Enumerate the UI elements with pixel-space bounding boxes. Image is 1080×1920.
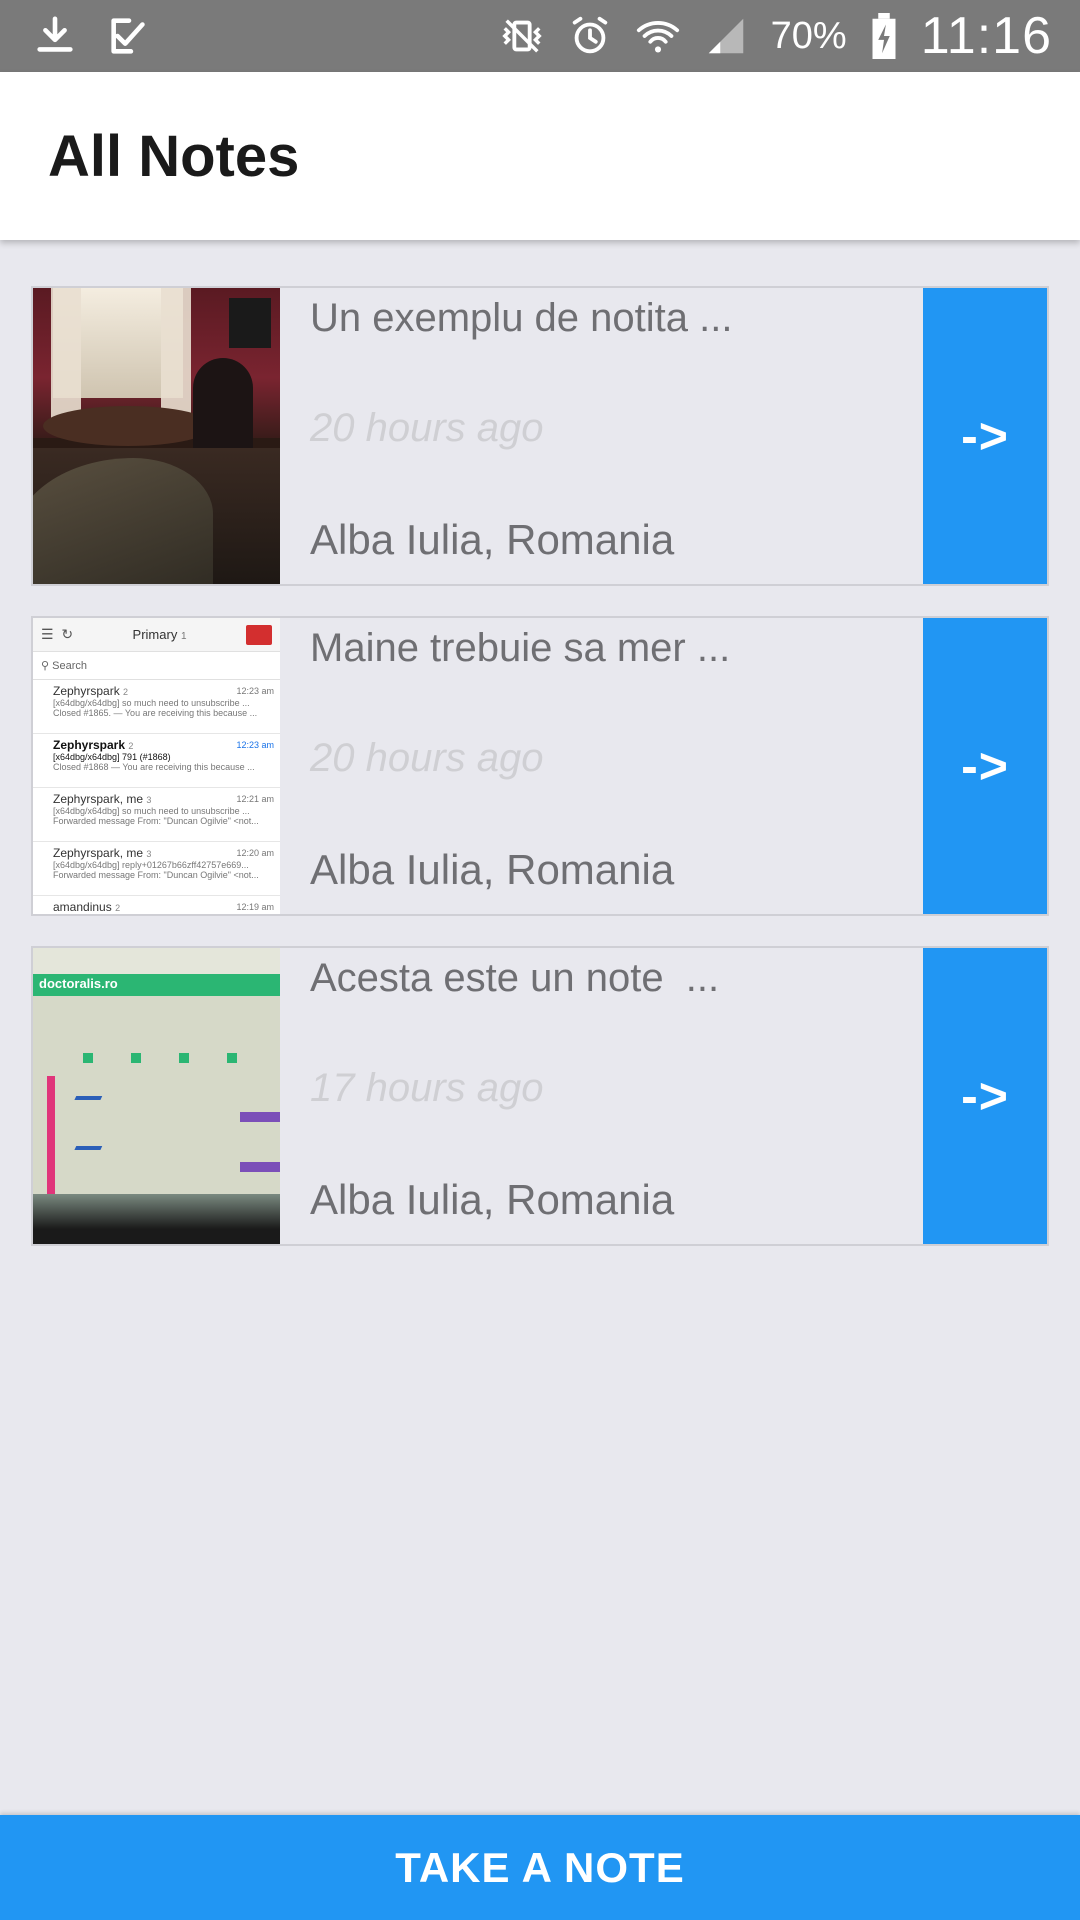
mail-from: Zephyrspark, me: [53, 792, 144, 806]
mail-snippet: Forwarded message From: "Duncan Ogilvie"…: [53, 816, 259, 826]
note-body[interactable]: Acesta este un note ... 17 hours ago Alb…: [280, 948, 923, 1244]
status-bar: 70% 11:16: [0, 0, 1080, 72]
mail-subject: [x64dbg/x64dbg] reply+01267b66zff42757e6…: [53, 860, 249, 870]
mail-row: Zephyrspark, me 3 [x64dbg/x64dbg] reply+…: [33, 842, 280, 896]
mail-row: Zephyrspark 2 [x64dbg/x64dbg] 791 (#1868…: [33, 734, 280, 788]
note-location: Alba Iulia, Romania: [310, 1176, 675, 1223]
note-time: 20 hours ago: [310, 406, 544, 450]
mail-snippet: Closed #1865. — You are receiving this b…: [53, 708, 258, 718]
notes-list: Un exemplu de notita ... 20 hours ago Al…: [31, 286, 1049, 1276]
alarm-icon: [567, 13, 613, 59]
note-card[interactable]: doctoralis.ro Acesta este un note ... 17…: [31, 946, 1049, 1246]
note-title: Acesta este un note ...: [310, 956, 720, 1000]
mail-toolbar: ☰ ↻ Primary 1: [33, 618, 280, 652]
note-body[interactable]: Maine trebuie sa mer ... 20 hours ago Al…: [280, 618, 923, 914]
note-location: Alba Iulia, Romania: [310, 516, 675, 563]
status-bar-right: 70% 11:16: [499, 6, 1052, 66]
note-thumbnail[interactable]: [33, 288, 280, 584]
clock: 11:16: [920, 7, 1052, 65]
app-bar: All Notes: [0, 72, 1080, 240]
mail-count: 3: [146, 795, 152, 805]
mail-count: 2: [115, 903, 121, 913]
mail-row: Zephyrspark 2 [x64dbg/x64dbg] so much ne…: [33, 680, 280, 734]
note-card[interactable]: Un exemplu de notita ... 20 hours ago Al…: [31, 286, 1049, 586]
mail-time: 12:21 am: [236, 794, 274, 804]
mail-from: amandinus: [53, 900, 112, 914]
signal-icon: [703, 13, 749, 59]
note-time: 20 hours ago: [310, 736, 544, 780]
menu-icon: ☰ ↻: [41, 626, 74, 642]
note-location: Alba Iulia, Romania: [310, 846, 675, 893]
wifi-icon: [635, 13, 681, 59]
note-thumbnail[interactable]: ☰ ↻ Primary 1 ⚲ Search Zephyrspark 2 [x6…: [33, 618, 280, 914]
mail-tab: Primary: [132, 627, 178, 642]
mail-count: 2: [123, 687, 129, 697]
mail-row: amandinus 2 12:19 am: [33, 896, 280, 914]
take-a-note-button[interactable]: TAKE A NOTE: [0, 1815, 1080, 1920]
mail-search-label: Search: [52, 660, 87, 672]
mail-from: Zephyrspark: [53, 684, 120, 698]
status-bar-left: [32, 13, 152, 59]
task-done-icon: [106, 13, 152, 59]
open-note-button[interactable]: ->: [923, 948, 1047, 1244]
battery-percent: 70%: [770, 14, 847, 57]
mail-time: 12:20 am: [236, 848, 274, 858]
open-note-button[interactable]: ->: [923, 288, 1047, 584]
mail-time: 12:23 am: [236, 686, 274, 696]
note-time: 17 hours ago: [310, 1066, 544, 1110]
note-title: Maine trebuie sa mer ...: [310, 626, 731, 670]
note-title: Un exemplu de notita ...: [310, 296, 733, 340]
mail-time: 12:19 am: [236, 902, 274, 912]
mail-from: Zephyrspark, me: [53, 846, 144, 860]
mail-from: Zephyrspark: [53, 738, 126, 752]
mail-row: Zephyrspark, me 3 [x64dbg/x64dbg] so muc…: [33, 788, 280, 842]
note-card[interactable]: ☰ ↻ Primary 1 ⚲ Search Zephyrspark 2 [x6…: [31, 616, 1049, 916]
download-icon: [32, 13, 78, 59]
thumbnail-brand: doctoralis.ro: [39, 976, 118, 991]
note-thumbnail[interactable]: doctoralis.ro: [33, 948, 280, 1244]
mail-snippet: Forwarded message From: "Duncan Ogilvie"…: [53, 870, 259, 880]
mail-search: ⚲ Search: [33, 652, 280, 680]
mail-subject: [x64dbg/x64dbg] so much need to unsubscr…: [53, 698, 250, 708]
mail-count: 2: [128, 741, 134, 751]
mail-subject: [x64dbg/x64dbg] so much need to unsubscr…: [53, 806, 250, 816]
vibrate-icon: [499, 13, 545, 59]
note-body[interactable]: Un exemplu de notita ... 20 hours ago Al…: [280, 288, 923, 584]
page-title: All Notes: [48, 123, 300, 189]
compose-icon: [246, 624, 272, 645]
mail-time: 12:23 am: [236, 740, 274, 750]
mail-tab-count: 1: [180, 631, 187, 642]
open-note-button[interactable]: ->: [923, 618, 1047, 914]
mail-snippet: Closed #1868 — You are receiving this be…: [53, 762, 255, 772]
mail-subject: [x64dbg/x64dbg] 791 (#1868): [53, 752, 171, 762]
battery-charging-icon: [869, 13, 899, 59]
mail-count: 3: [146, 849, 152, 859]
